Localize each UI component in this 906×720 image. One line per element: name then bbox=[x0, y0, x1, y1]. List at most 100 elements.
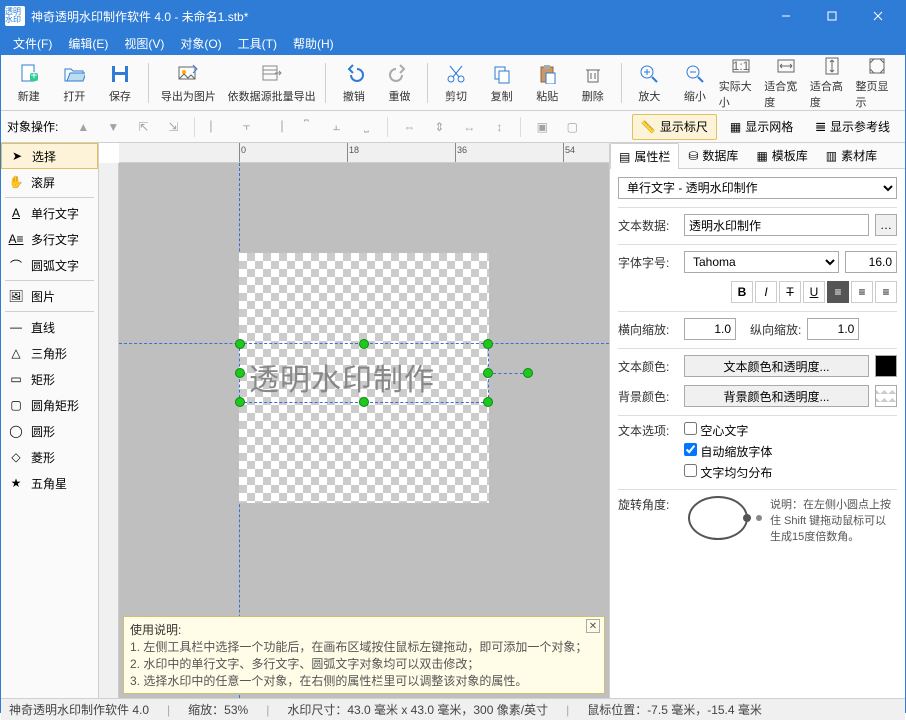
font-select[interactable]: Tahoma bbox=[684, 251, 839, 273]
bold-button[interactable]: B bbox=[731, 281, 753, 303]
fit-page-button[interactable]: 整页显示 bbox=[855, 58, 899, 108]
align-middle-icon[interactable]: ⫠ bbox=[323, 115, 349, 139]
tool-triangle[interactable]: △三角形 bbox=[1, 340, 98, 366]
rotate-handle[interactable] bbox=[523, 368, 533, 378]
text-color-button[interactable]: 文本颜色和透明度... bbox=[684, 355, 869, 377]
object-selector[interactable]: 单行文字 - 透明水印制作 bbox=[618, 177, 897, 199]
strike-button[interactable]: T bbox=[779, 281, 801, 303]
svg-text:1:1: 1:1 bbox=[732, 59, 749, 73]
tool-select[interactable]: ➤选择 bbox=[1, 143, 98, 169]
copy-button[interactable]: 复制 bbox=[480, 58, 524, 108]
font-size-input[interactable] bbox=[845, 251, 897, 273]
cut-icon bbox=[444, 62, 468, 86]
align-center-icon[interactable]: ⫟ bbox=[233, 115, 259, 139]
align-center-button[interactable]: ≡ bbox=[851, 281, 873, 303]
tool-line[interactable]: —直线 bbox=[1, 314, 98, 340]
new-button[interactable]: +新建 bbox=[7, 58, 51, 108]
align-right-icon[interactable]: ⎹ bbox=[263, 115, 289, 139]
object-toolbar: 对象操作: ▲ ▼ ⇱ ⇲ ⎸ ⫟ ⎹ ⎴ ⫠ ⎵ ⇔ ⇕ ↔ ↕ ▣ ▢ 📏显… bbox=[1, 111, 905, 143]
menu-object[interactable]: 对象(O) bbox=[174, 33, 227, 54]
align-left-button[interactable]: ≡ bbox=[827, 281, 849, 303]
triangle-icon: △ bbox=[7, 344, 25, 362]
ungroup-icon[interactable]: ▢ bbox=[559, 115, 585, 139]
layer-down-icon[interactable]: ▼ bbox=[100, 115, 126, 139]
text-data-more-button[interactable]: … bbox=[875, 214, 897, 236]
tool-arc-text[interactable]: ⌒圆弧文字 bbox=[1, 252, 98, 278]
tool-pan[interactable]: ✋滚屏 bbox=[1, 169, 98, 195]
text-single-icon: A bbox=[7, 204, 25, 222]
dist-h-icon[interactable]: ⇔ bbox=[396, 115, 422, 139]
tool-ellipse[interactable]: ◯圆形 bbox=[1, 418, 98, 444]
toggle-ruler[interactable]: 📏显示标尺 bbox=[632, 114, 717, 140]
tool-rect[interactable]: ▭矩形 bbox=[1, 366, 98, 392]
align-left-icon[interactable]: ⎸ bbox=[203, 115, 229, 139]
same-height-icon[interactable]: ↕ bbox=[486, 115, 512, 139]
menubar: 文件(F) 编辑(E) 视图(V) 对象(O) 工具(T) 帮助(H) bbox=[1, 31, 905, 55]
dist-v-icon[interactable]: ⇕ bbox=[426, 115, 452, 139]
tab-properties[interactable]: ▤属性栏 bbox=[610, 143, 679, 169]
grid-icon: ▦ bbox=[730, 120, 741, 134]
redo-button[interactable]: 重做 bbox=[378, 58, 422, 108]
layer-back-icon[interactable]: ⇲ bbox=[160, 115, 186, 139]
underline-button[interactable]: U bbox=[803, 281, 825, 303]
tips-close-button[interactable]: ✕ bbox=[586, 619, 600, 633]
canvas[interactable]: 透明水印制作 💡使用说明 ✕ 使用说明: 1. 左侧工具栏中选择一个功能后，在画… bbox=[119, 163, 609, 698]
toggle-guides[interactable]: 𝌆显示参考线 bbox=[806, 114, 899, 140]
save-button[interactable]: 保存 bbox=[98, 58, 142, 108]
hollow-checkbox[interactable] bbox=[684, 422, 697, 435]
tool-single-text[interactable]: A单行文字 bbox=[1, 200, 98, 226]
tips-line1: 1. 左侧工具栏中选择一个功能后，在画布区域按住鼠标左键拖动，即可添加一个对象； bbox=[130, 638, 598, 655]
italic-button[interactable]: I bbox=[755, 281, 777, 303]
cut-button[interactable]: 剪切 bbox=[434, 58, 478, 108]
toggle-grid[interactable]: ▦显示网格 bbox=[721, 114, 802, 140]
tpl-icon: ▦ bbox=[756, 149, 767, 163]
bg-color-button[interactable]: 背景颜色和透明度... bbox=[684, 385, 869, 407]
tab-assets[interactable]: ▥素材库 bbox=[817, 142, 886, 168]
group-icon[interactable]: ▣ bbox=[529, 115, 555, 139]
same-width-icon[interactable]: ↔ bbox=[456, 115, 482, 139]
close-button[interactable] bbox=[855, 1, 901, 31]
properties-content: 单行文字 - 透明水印制作 文本数据:… 字体字号:Tahoma B I T U… bbox=[610, 169, 905, 698]
rotate-wheel[interactable] bbox=[688, 496, 748, 540]
zoom-out-button[interactable]: 缩小 bbox=[673, 58, 717, 108]
delete-button[interactable]: 删除 bbox=[571, 58, 615, 108]
status-mouse: 鼠标位置：-7.5 毫米，-15.4 毫米 bbox=[587, 701, 762, 718]
vscale-input[interactable] bbox=[807, 318, 859, 340]
maximize-button[interactable] bbox=[809, 1, 855, 31]
undo-button[interactable]: 撤销 bbox=[332, 58, 376, 108]
justify-checkbox[interactable] bbox=[684, 464, 697, 477]
menu-tool[interactable]: 工具(T) bbox=[232, 33, 283, 54]
menu-view[interactable]: 视图(V) bbox=[118, 33, 170, 54]
tab-templates[interactable]: ▦模板库 bbox=[747, 142, 816, 168]
tool-roundrect[interactable]: ▢圆角矩形 bbox=[1, 392, 98, 418]
tool-multi-text[interactable]: A≡多行文字 bbox=[1, 226, 98, 252]
align-right-button[interactable]: ≡ bbox=[875, 281, 897, 303]
layer-front-icon[interactable]: ⇱ bbox=[130, 115, 156, 139]
menu-file[interactable]: 文件(F) bbox=[7, 33, 58, 54]
text-color-swatch[interactable] bbox=[875, 355, 897, 377]
export-batch-button[interactable]: 依数据源批量导出 bbox=[224, 58, 319, 108]
fit-height-button[interactable]: 适合高度 bbox=[810, 58, 854, 108]
export-image-button[interactable]: 导出为图片 bbox=[155, 58, 222, 108]
tool-star[interactable]: ★五角星 bbox=[1, 470, 98, 496]
hscale-input[interactable] bbox=[684, 318, 736, 340]
autoscale-checkbox[interactable] bbox=[684, 443, 697, 456]
layer-up-icon[interactable]: ▲ bbox=[70, 115, 96, 139]
actual-size-button[interactable]: 1:1实际大小 bbox=[719, 58, 763, 108]
fit-width-button[interactable]: 适合宽度 bbox=[764, 58, 808, 108]
bg-color-swatch[interactable] bbox=[875, 385, 897, 407]
paste-button[interactable]: 粘贴 bbox=[525, 58, 569, 108]
tool-image[interactable]: 🖼图片 bbox=[1, 283, 98, 309]
menu-help[interactable]: 帮助(H) bbox=[287, 33, 340, 54]
zoom-in-button[interactable]: 放大 bbox=[628, 58, 672, 108]
align-top-icon[interactable]: ⎴ bbox=[293, 115, 319, 139]
menu-edit[interactable]: 编辑(E) bbox=[62, 33, 114, 54]
text-data-input[interactable] bbox=[684, 214, 869, 236]
minimize-button[interactable] bbox=[763, 1, 809, 31]
main-area: ➤选择 ✋滚屏 A单行文字 A≡多行文字 ⌒圆弧文字 🖼图片 —直线 △三角形 … bbox=[1, 143, 905, 698]
open-button[interactable]: 打开 bbox=[53, 58, 97, 108]
selection-box[interactable] bbox=[239, 343, 489, 403]
tab-database[interactable]: ⛁数据库 bbox=[679, 142, 747, 168]
align-bottom-icon[interactable]: ⎵ bbox=[353, 115, 379, 139]
tool-diamond[interactable]: ◇菱形 bbox=[1, 444, 98, 470]
